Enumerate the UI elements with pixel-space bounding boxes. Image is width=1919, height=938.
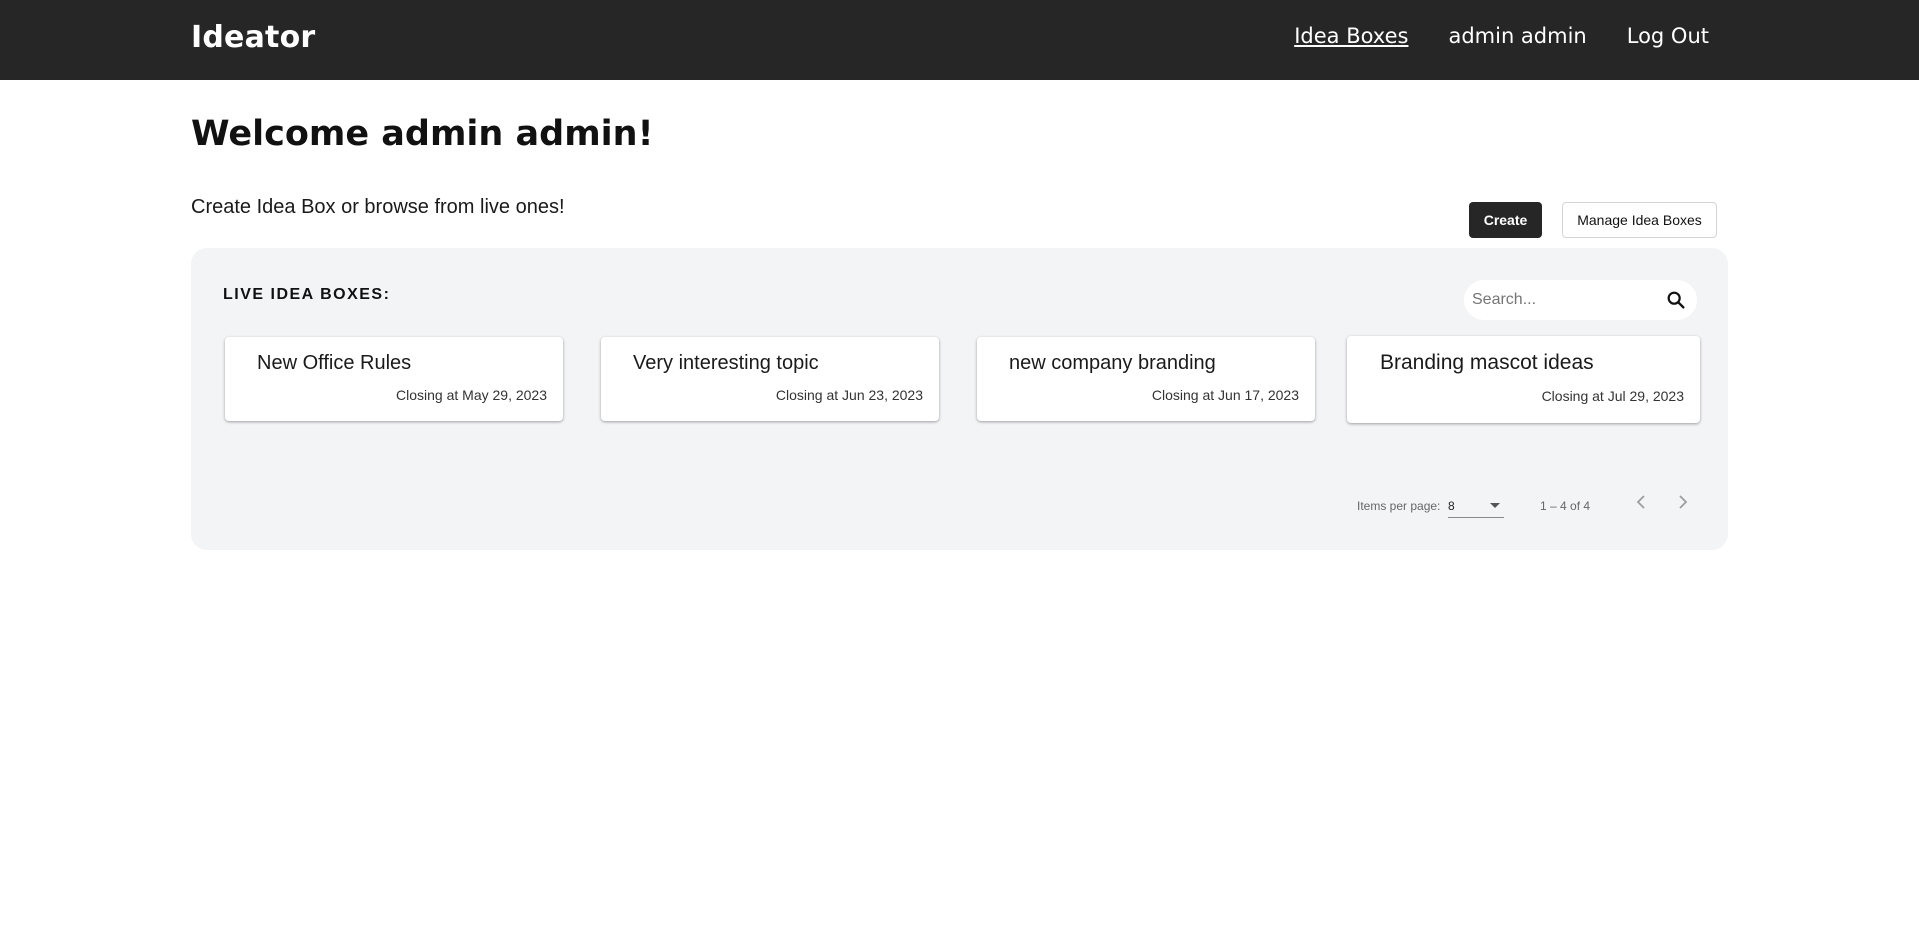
search-icon[interactable] bbox=[1665, 289, 1687, 311]
idea-box-title: Very interesting topic bbox=[633, 352, 819, 374]
nav-user-link[interactable]: admin admin bbox=[1448, 24, 1586, 48]
previous-page-button[interactable] bbox=[1628, 488, 1656, 516]
chevron-left-icon bbox=[1636, 495, 1645, 509]
idea-box-closing-date: Closing at Jun 23, 2023 bbox=[775, 387, 923, 403]
page-subtitle: Create Idea Box or browse from live ones… bbox=[191, 196, 565, 218]
items-per-page-label: Items per page: bbox=[1357, 499, 1441, 513]
items-per-page-select[interactable]: 8 bbox=[1448, 492, 1504, 518]
idea-box-closing-date: Closing at Jun 17, 2023 bbox=[1151, 387, 1299, 403]
brand-logo[interactable]: Ideator bbox=[191, 20, 315, 55]
next-page-button[interactable] bbox=[1668, 488, 1696, 516]
idea-box-card[interactable]: Branding mascot ideas Closing at Jul 29,… bbox=[1347, 336, 1700, 423]
live-idea-boxes-panel: LIVE IDEA BOXES: New Office Rules Closin… bbox=[191, 248, 1728, 550]
caret-down-icon bbox=[1490, 503, 1500, 508]
create-button[interactable]: Create bbox=[1469, 202, 1542, 238]
search-input[interactable] bbox=[1472, 286, 1662, 314]
idea-box-title: New Office Rules bbox=[257, 352, 412, 374]
panel-title: LIVE IDEA BOXES: bbox=[223, 286, 391, 303]
page-title: Welcome admin admin! bbox=[191, 114, 654, 154]
page-range-label: 1 – 4 of 4 bbox=[1540, 499, 1591, 513]
top-navbar: Ideator Idea Boxes admin admin Log Out bbox=[0, 0, 1919, 80]
chevron-right-icon bbox=[1679, 495, 1688, 509]
items-per-page-value: 8 bbox=[1448, 499, 1455, 513]
idea-box-closing-date: Closing at Jul 29, 2023 bbox=[1541, 388, 1684, 404]
idea-box-title: Branding mascot ideas bbox=[1380, 351, 1594, 374]
idea-box-card[interactable]: Very interesting topic Closing at Jun 23… bbox=[601, 337, 939, 421]
nav-idea-boxes-link[interactable]: Idea Boxes bbox=[1294, 24, 1408, 48]
idea-box-title: new company branding bbox=[1009, 352, 1216, 374]
idea-box-closing-date: Closing at May 29, 2023 bbox=[396, 387, 547, 403]
idea-box-card[interactable]: new company branding Closing at Jun 17, … bbox=[977, 337, 1315, 421]
search-box bbox=[1464, 280, 1697, 320]
top-nav: Idea Boxes admin admin Log Out bbox=[1294, 24, 1709, 48]
nav-logout-link[interactable]: Log Out bbox=[1627, 24, 1709, 48]
manage-idea-boxes-button[interactable]: Manage Idea Boxes bbox=[1562, 202, 1717, 238]
idea-box-card[interactable]: New Office Rules Closing at May 29, 2023 bbox=[225, 337, 563, 421]
